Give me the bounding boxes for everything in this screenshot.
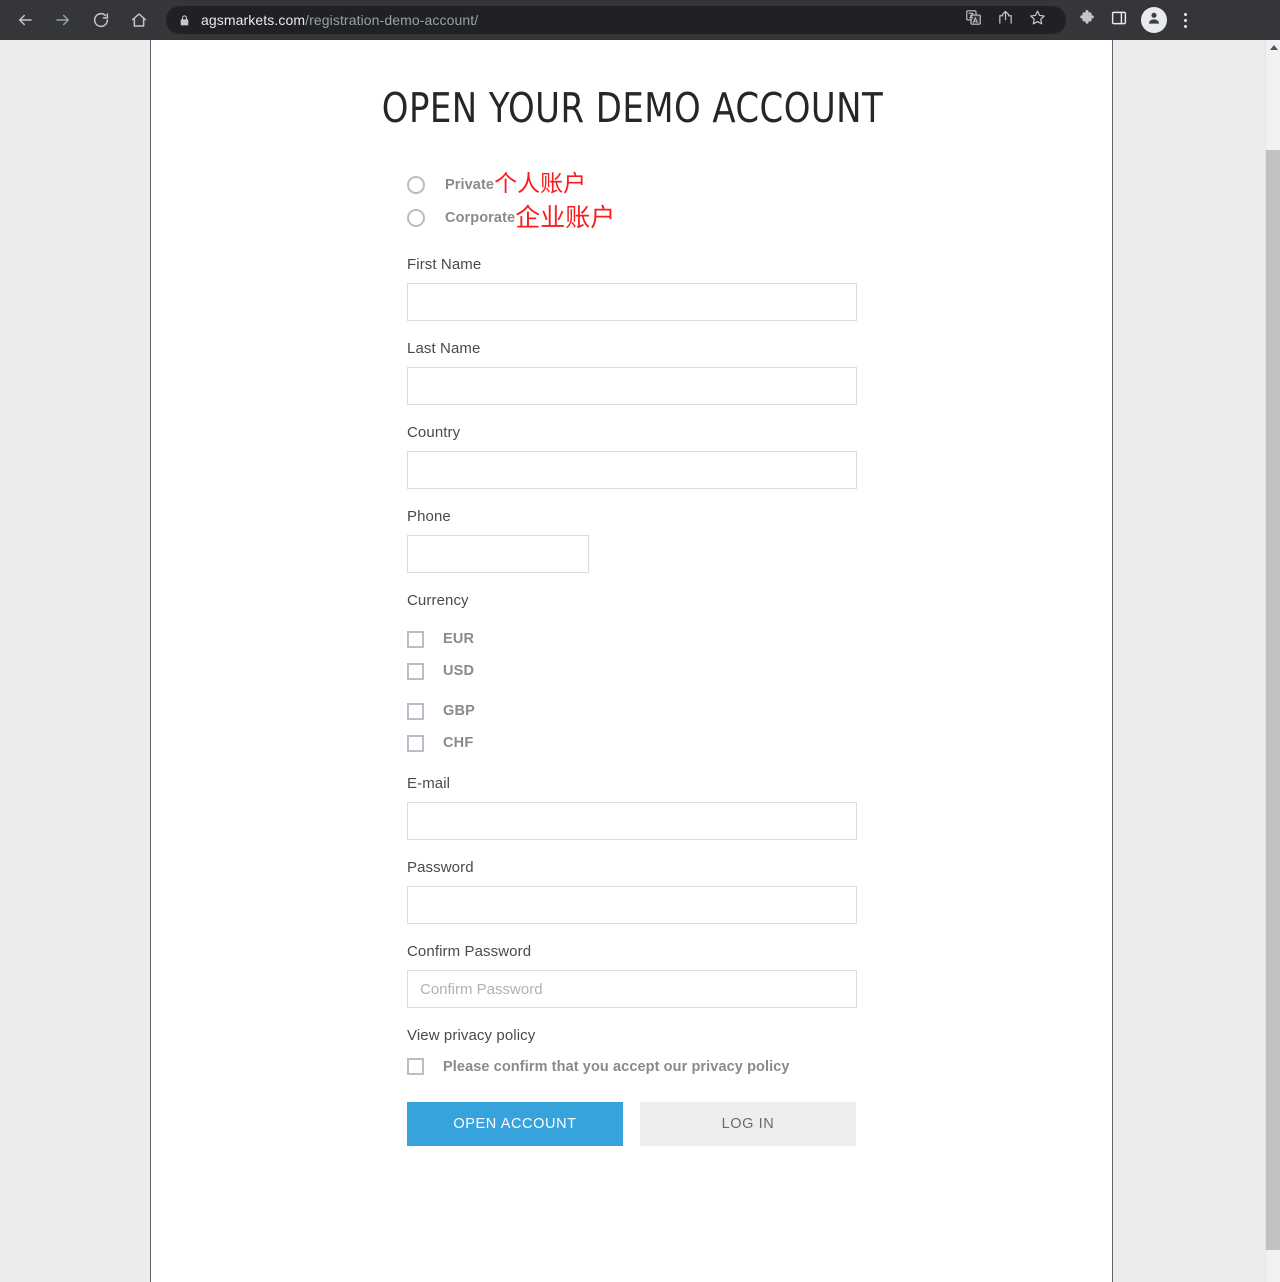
checkbox-eur-icon[interactable] [407,630,424,648]
chrome-right-actions [1072,5,1204,35]
first-name-input[interactable] [407,283,857,321]
back-arrow-icon [16,11,34,29]
radio-corporate-annotation: 企业账户 [515,203,616,232]
confirm-password-label: Confirm Password [407,943,532,960]
home-button[interactable] [124,5,154,35]
extensions-button[interactable] [1072,5,1102,35]
radio-private-icon[interactable] [407,175,425,194]
checkbox-eur-label: EUR [443,631,475,647]
country-input[interactable] [407,451,857,489]
field-email: E-mail [407,775,857,840]
side-panel-button[interactable] [1104,5,1134,35]
privacy-consent-row[interactable]: Please confirm that you accept our priva… [407,1058,857,1075]
checkbox-gbp-label: GBP [443,703,476,719]
radio-option-corporate[interactable]: Corporate 企业账户 [407,201,857,234]
confirm-password-input[interactable] [407,970,857,1008]
radio-private-annotation: 个人账户 [494,171,587,197]
view-privacy-policy-link[interactable]: View privacy policy [407,1027,857,1044]
url-path: /registration-demo-account/ [305,12,479,28]
checkbox-chf-icon[interactable] [407,734,424,752]
radio-private-label: Private [445,176,495,193]
page-scrollbar[interactable] [1265,40,1280,1282]
puzzle-piece-icon [1078,9,1096,32]
email-input[interactable] [407,802,857,840]
checkbox-option-chf[interactable]: CHF [407,727,857,759]
forward-arrow-icon [54,11,72,29]
page-surface: OPEN YOUR DEMO ACCOUNT Private 个人账户 Corp… [150,40,1113,1282]
reload-icon [92,11,110,29]
account-type-group: Private 个人账户 Corporate 企业账户 [407,168,857,234]
page-content: OPEN YOUR DEMO ACCOUNT Private 个人账户 Corp… [151,40,1114,1146]
open-account-button[interactable]: OPEN ACCOUNT [407,1102,623,1146]
password-label: Password [407,859,474,876]
forward-button[interactable] [48,5,78,35]
scrollbar-thumb[interactable] [1266,150,1280,1250]
browser-viewport: OPEN YOUR DEMO ACCOUNT Private 个人账户 Corp… [0,40,1280,1282]
home-icon [130,11,148,29]
radio-corporate-label: Corporate [445,209,516,226]
share-icon [997,9,1014,31]
browser-toolbar: agsmarkets.com/registration-demo-account… [0,0,1280,40]
menu-dot [1183,12,1187,16]
email-label: E-mail [407,775,451,792]
checkbox-option-usd[interactable]: USD [407,655,857,687]
translate-button[interactable] [958,5,988,35]
scrollbar-up-arrow-icon[interactable] [1266,40,1280,55]
radio-option-private[interactable]: Private 个人账户 [407,168,857,201]
checkbox-gbp-icon[interactable] [407,702,424,720]
field-currency: Currency EUR USD GBP CHF [407,592,857,759]
country-label: Country [407,424,461,441]
profile-button[interactable] [1141,7,1167,33]
reload-button[interactable] [86,5,116,35]
checkbox-privacy-icon[interactable] [407,1058,424,1075]
checkbox-usd-label: USD [443,663,475,679]
omnibox-actions [958,5,1054,35]
log-in-button[interactable]: LOG IN [640,1102,856,1146]
url-domain: agsmarkets.com [201,12,306,28]
phone-label: Phone [407,508,451,525]
field-phone: Phone [407,508,857,573]
field-first-name: First Name [407,256,857,321]
field-confirm-password: Confirm Password [407,943,857,1008]
field-password: Password [407,859,857,924]
bookmark-button[interactable] [1022,5,1052,35]
lock-icon [178,14,191,27]
menu-dot [1183,18,1187,22]
page-title: OPEN YOUR DEMO ACCOUNT [381,84,884,132]
address-bar[interactable]: agsmarkets.com/registration-demo-account… [166,6,1066,34]
form-actions: OPEN ACCOUNT LOG IN [407,1102,857,1146]
last-name-label: Last Name [407,340,481,357]
translate-icon [965,9,982,31]
first-name-label: First Name [407,256,482,273]
profile-avatar-icon [1146,10,1162,31]
checkbox-usd-icon[interactable] [407,662,424,680]
registration-form: Private 个人账户 Corporate 企业账户 First Name L… [407,168,857,1146]
currency-label: Currency [407,592,469,609]
last-name-input[interactable] [407,367,857,405]
radio-corporate-icon[interactable] [407,208,425,227]
privacy-consent-label: Please confirm that you accept our priva… [443,1058,790,1075]
share-button[interactable] [990,5,1020,35]
field-last-name: Last Name [407,340,857,405]
back-button[interactable] [10,5,40,35]
phone-input[interactable] [407,535,589,573]
menu-dot [1183,24,1187,28]
checkbox-option-eur[interactable]: EUR [407,623,857,655]
password-input[interactable] [407,886,857,924]
url-text: agsmarkets.com/registration-demo-account… [201,12,478,28]
bookmark-star-icon [1029,9,1046,31]
checkbox-chf-label: CHF [443,735,474,751]
field-country: Country [407,424,857,489]
checkbox-option-gbp[interactable]: GBP [407,695,857,727]
side-panel-icon [1110,9,1128,32]
chrome-menu-button[interactable] [1174,5,1196,35]
